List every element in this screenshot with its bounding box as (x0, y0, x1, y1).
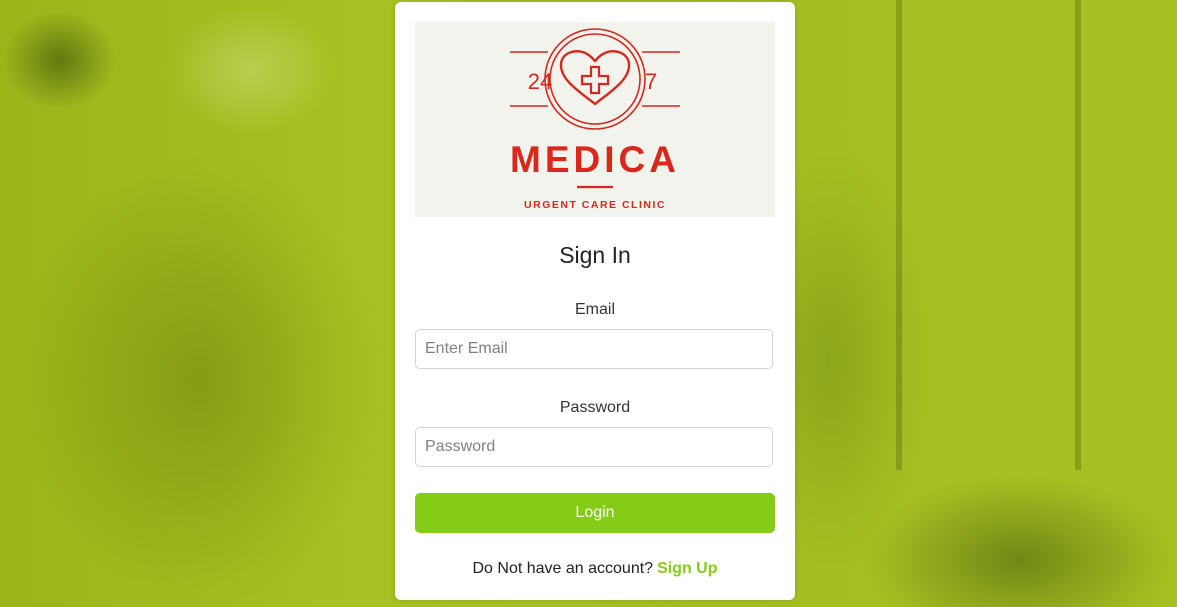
logo-number-right: 7 (645, 69, 657, 94)
background-wall-edge (1075, 0, 1081, 470)
signup-prompt: Do Not have an account? (472, 560, 654, 577)
background-wall-edge (896, 0, 902, 470)
signup-row: Do Not have an account? Sign Up (395, 560, 795, 578)
logo-number-left: 24 (528, 69, 552, 94)
page-title: Sign In (559, 242, 631, 268)
login-button[interactable]: Login (415, 493, 775, 533)
signup-link[interactable]: Sign Up (657, 560, 717, 577)
logo-graphic: 24 7 MEDICA URGENT CARE CLINIC (510, 28, 680, 211)
logo-tagline: URGENT CARE CLINIC (524, 199, 666, 211)
password-field[interactable] (415, 427, 773, 467)
clinic-logo: 24 7 MEDICA URGENT CARE CLINIC (415, 22, 775, 217)
logo-brand-name: MEDICA (510, 139, 680, 180)
password-label: Password (559, 399, 631, 416)
email-field[interactable] (415, 329, 773, 369)
login-card: 24 7 MEDICA URGENT CARE CLINIC Sign In E… (395, 2, 795, 600)
email-label: Email (574, 301, 615, 318)
